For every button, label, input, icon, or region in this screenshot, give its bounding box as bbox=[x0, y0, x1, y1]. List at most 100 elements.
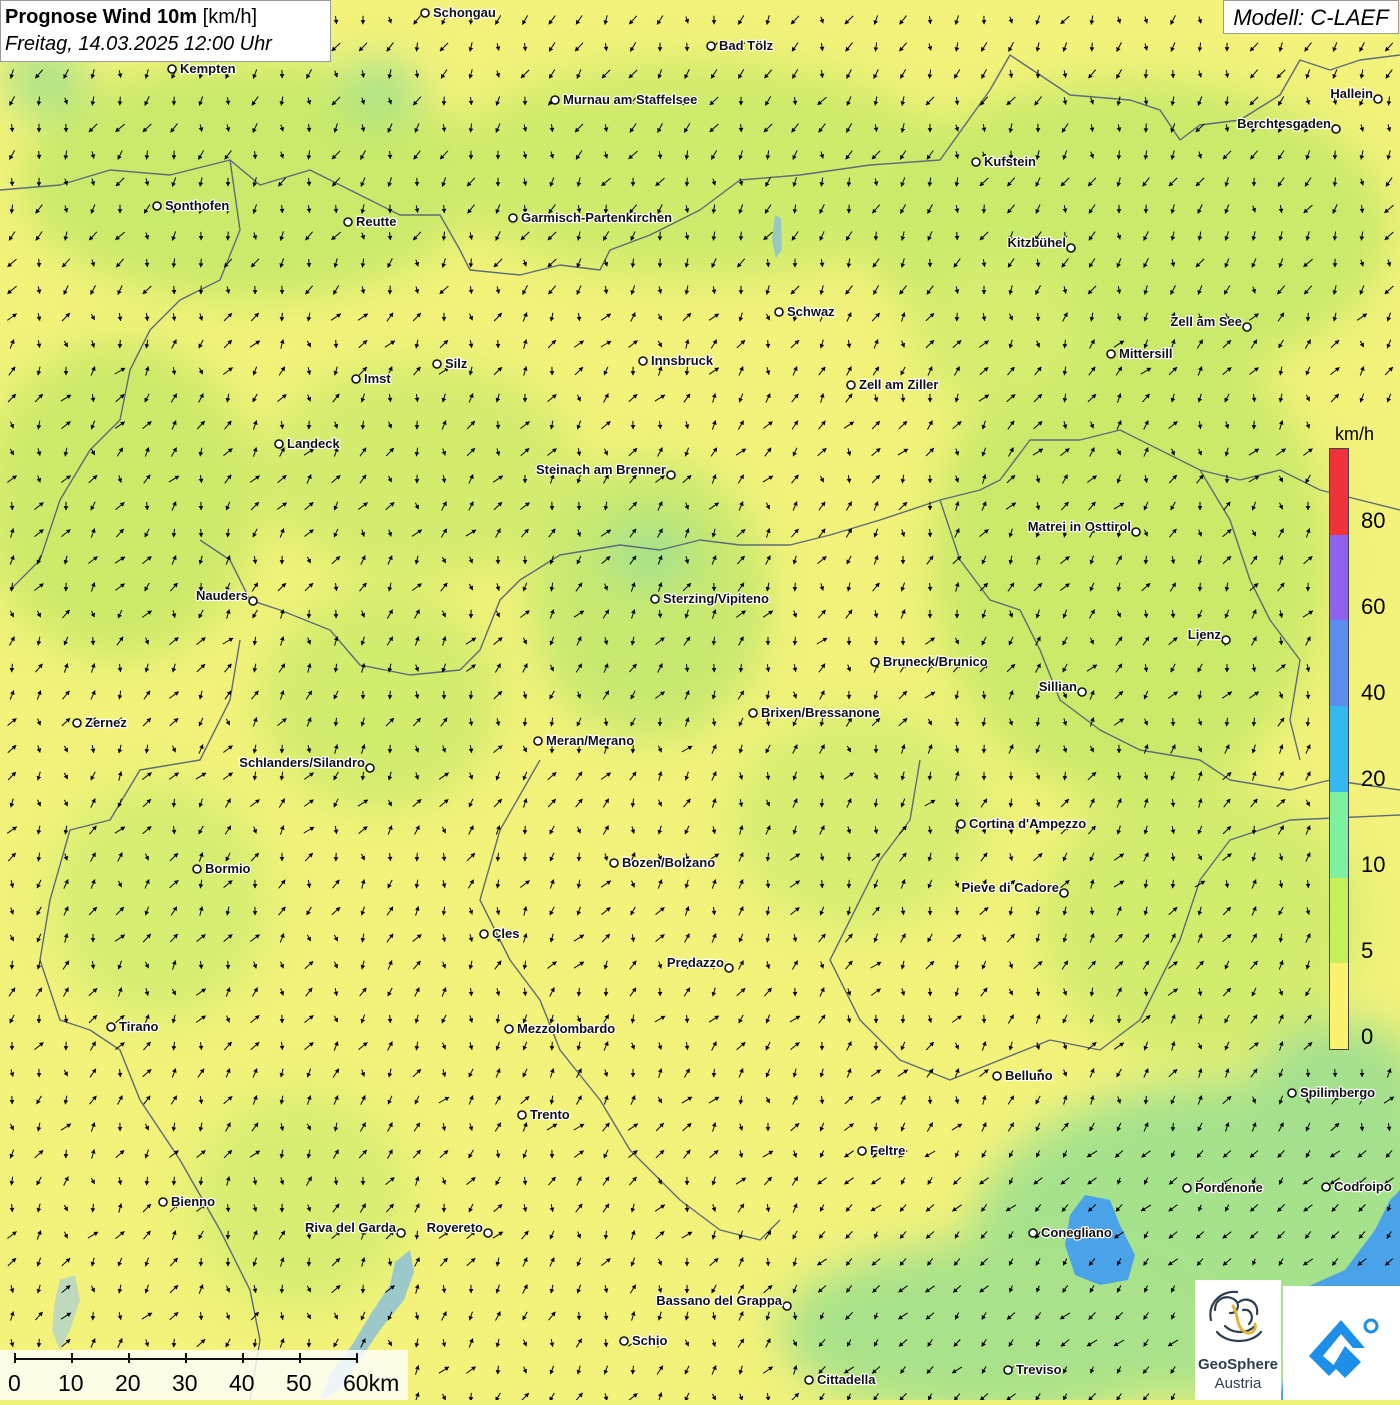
place-marker[interactable]: Bassano del Grappa bbox=[656, 1293, 791, 1310]
place-marker[interactable]: Mezzolombardo bbox=[505, 1021, 615, 1036]
place-dot bbox=[651, 595, 659, 603]
place-label: Murnau am Staffelsee bbox=[563, 92, 697, 107]
place-marker[interactable]: Cortina d'Ampezzo bbox=[957, 816, 1086, 831]
place-dot bbox=[344, 218, 352, 226]
forecast-datetime: Freitag, 14.03.2025 12:00 Uhr bbox=[5, 31, 326, 57]
place-label: Pieve di Cadore bbox=[961, 880, 1059, 895]
place-label: Spilimbergo bbox=[1300, 1085, 1375, 1100]
place-label: Schongau bbox=[433, 5, 496, 20]
place-label: Kufstein bbox=[984, 154, 1036, 169]
geosphere-logo[interactable]: GeoSphere Austria bbox=[1195, 1280, 1281, 1400]
place-label: Reutte bbox=[356, 214, 396, 229]
place-marker[interactable]: Nauders bbox=[196, 588, 257, 605]
legend-segment bbox=[1330, 963, 1348, 1049]
place-marker[interactable]: Zell am Ziller bbox=[847, 377, 938, 392]
place-label: Bruneck/Brunico bbox=[883, 654, 988, 669]
place-marker[interactable]: Brixen/Bressanone bbox=[749, 705, 880, 720]
place-label: Zernez bbox=[85, 715, 127, 730]
scale-label: 40 bbox=[229, 1370, 255, 1397]
place-dot bbox=[366, 764, 374, 772]
legend-tick-label: 10 bbox=[1361, 852, 1385, 878]
place-label: Imst bbox=[364, 371, 391, 386]
place-label: Trento bbox=[530, 1107, 570, 1122]
place-marker[interactable]: Sterzing/Vipiteno bbox=[651, 591, 769, 606]
place-label: Nauders bbox=[196, 588, 248, 603]
geosphere-name: GeoSphere bbox=[1195, 1356, 1281, 1373]
place-dot bbox=[639, 357, 647, 365]
place-dot bbox=[1183, 1184, 1191, 1192]
scale-tick bbox=[299, 1353, 301, 1363]
scale-tick bbox=[14, 1353, 16, 1363]
place-label: Treviso bbox=[1016, 1362, 1062, 1377]
place-marker[interactable]: Conegliano bbox=[1029, 1225, 1112, 1240]
place-label: Schio bbox=[632, 1333, 667, 1348]
place-marker[interactable]: Zell am See bbox=[1170, 314, 1251, 331]
place-marker[interactable]: Innsbruck bbox=[639, 353, 714, 368]
scale-tick bbox=[242, 1353, 244, 1363]
place-label: Riva del Garda bbox=[305, 1220, 397, 1235]
place-dot bbox=[957, 820, 965, 828]
place-label: Bad Tölz bbox=[719, 38, 774, 53]
place-dot bbox=[1004, 1366, 1012, 1374]
place-marker[interactable]: Steinach am Brenner bbox=[536, 462, 675, 479]
place-dot bbox=[352, 375, 360, 383]
place-label: Landeck bbox=[287, 436, 341, 451]
place-dot bbox=[107, 1023, 115, 1031]
place-label: Bormio bbox=[205, 861, 251, 876]
scale-tick bbox=[185, 1353, 187, 1363]
place-marker[interactable]: Sonthofen bbox=[153, 198, 229, 213]
scale-label: 30 bbox=[172, 1370, 198, 1397]
place-marker[interactable]: Schlanders/Silandro bbox=[239, 755, 374, 772]
place-marker[interactable]: Kitzbühel bbox=[1008, 235, 1076, 252]
place-marker[interactable]: Predazzo bbox=[667, 955, 733, 972]
place-label: Bassano del Grappa bbox=[656, 1293, 782, 1308]
place-dot bbox=[805, 1376, 813, 1384]
place-label: Codroipo bbox=[1334, 1179, 1392, 1194]
place-label: Berchtesgaden bbox=[1237, 116, 1331, 131]
scale-bar: 0102030405060km bbox=[0, 1350, 408, 1400]
place-label: Hallein bbox=[1330, 86, 1373, 101]
place-dot bbox=[972, 158, 980, 166]
place-marker[interactable]: Bozen/Bolzano bbox=[610, 855, 715, 870]
place-label: Silz bbox=[445, 356, 468, 371]
place-marker[interactable]: Schongau bbox=[421, 5, 496, 20]
place-marker[interactable]: Meran/Merano bbox=[534, 733, 634, 748]
legend-tick-label: 5 bbox=[1361, 938, 1373, 964]
place-dot bbox=[509, 214, 517, 222]
place-dot bbox=[1107, 350, 1115, 358]
place-label: Mezzolombardo bbox=[517, 1021, 615, 1036]
place-marker[interactable]: Bruneck/Brunico bbox=[871, 654, 988, 669]
place-marker[interactable]: Matrei in Osttirol bbox=[1028, 519, 1140, 536]
place-dot bbox=[667, 471, 675, 479]
place-marker[interactable]: Spilimbergo bbox=[1288, 1085, 1375, 1100]
legend-color-bar bbox=[1329, 448, 1349, 1050]
wind-forecast-map[interactable]: SchongauBad TölzKemptenMurnau am Staffel… bbox=[0, 0, 1400, 1400]
place-marker[interactable]: Pordenone bbox=[1183, 1180, 1263, 1195]
place-marker[interactable]: Berchtesgaden bbox=[1237, 116, 1340, 133]
place-label: Sonthofen bbox=[165, 198, 229, 213]
place-marker[interactable]: Pieve di Cadore bbox=[961, 880, 1068, 897]
place-dot bbox=[193, 865, 201, 873]
warning-app-logo[interactable] bbox=[1283, 1286, 1400, 1400]
place-label: Lienz bbox=[1188, 627, 1222, 642]
scale-tick bbox=[356, 1353, 358, 1363]
place-dot bbox=[871, 658, 879, 666]
scale-label: 60km bbox=[343, 1370, 399, 1397]
place-label: Matrei in Osttirol bbox=[1028, 519, 1131, 534]
place-dot bbox=[1288, 1089, 1296, 1097]
legend-unit: km/h bbox=[1335, 424, 1374, 445]
place-marker[interactable]: Murnau am Staffelsee bbox=[551, 92, 697, 107]
place-dot bbox=[421, 9, 429, 17]
place-marker[interactable]: Riva del Garda bbox=[305, 1220, 405, 1237]
place-dot bbox=[518, 1111, 526, 1119]
place-dot bbox=[1060, 889, 1068, 897]
place-marker[interactable]: Garmisch-Partenkirchen bbox=[509, 210, 672, 225]
place-dot bbox=[1067, 244, 1075, 252]
place-dot bbox=[1078, 688, 1086, 696]
place-dot bbox=[610, 859, 618, 867]
place-dot bbox=[249, 597, 257, 605]
place-marker[interactable]: Rovereto bbox=[427, 1220, 492, 1237]
place-label: Cortina d'Ampezzo bbox=[969, 816, 1086, 831]
title-unit: [km/h] bbox=[203, 6, 257, 28]
place-dot bbox=[505, 1025, 513, 1033]
